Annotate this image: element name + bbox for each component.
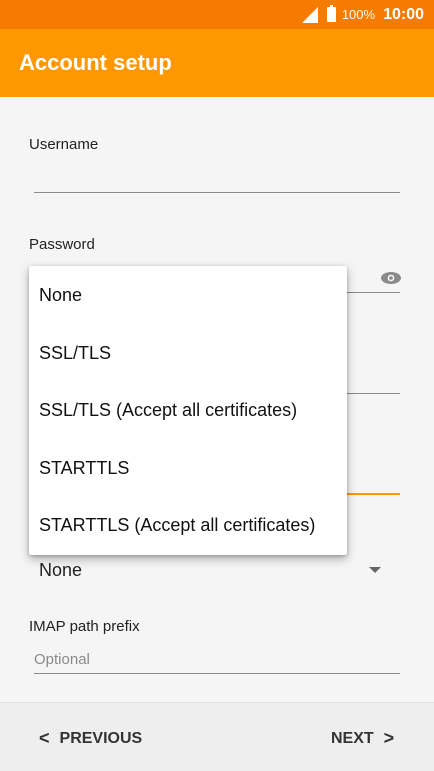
next-label: NEXT bbox=[331, 729, 374, 747]
signal-icon bbox=[301, 6, 318, 23]
dropdown-option-ssl-tls-accept-all[interactable]: SSL/TLS (Accept all certificates) bbox=[29, 382, 347, 440]
show-password-eye-icon[interactable] bbox=[381, 272, 401, 284]
dropdown-arrow-icon[interactable] bbox=[369, 567, 381, 573]
battery-percentage: 100% bbox=[341, 7, 376, 22]
status-bar: 100% 10:00 bbox=[0, 0, 434, 29]
page-title: Account setup bbox=[19, 50, 172, 75]
chevron-left-icon: < bbox=[39, 728, 50, 748]
security-type-select[interactable]: None bbox=[39, 560, 82, 581]
imap-prefix-label: IMAP path prefix bbox=[29, 618, 140, 635]
clock: 10:00 bbox=[383, 5, 424, 23]
next-button[interactable]: NEXT > bbox=[331, 728, 394, 749]
dropdown-option-ssl-tls[interactable]: SSL/TLS bbox=[29, 325, 347, 383]
imap-prefix-input[interactable]: Optional bbox=[34, 651, 90, 668]
chevron-right-icon: > bbox=[383, 728, 395, 748]
username-field[interactable] bbox=[34, 192, 400, 193]
username-label: Username bbox=[29, 136, 99, 153]
app-bar: Account setup bbox=[0, 29, 434, 97]
battery-icon bbox=[326, 5, 336, 22]
dropdown-option-none[interactable]: None bbox=[29, 267, 347, 325]
bottom-nav-bar: < PREVIOUS NEXT > bbox=[0, 702, 434, 771]
imap-prefix-underline bbox=[34, 673, 400, 674]
previous-button[interactable]: < PREVIOUS bbox=[39, 728, 142, 749]
previous-label: PREVIOUS bbox=[59, 729, 143, 747]
dropdown-option-starttls-accept-all[interactable]: STARTTLS (Accept all certificates) bbox=[29, 497, 347, 555]
security-dropdown-menu: None SSL/TLS SSL/TLS (Accept all certifi… bbox=[29, 266, 347, 555]
password-label: Password bbox=[29, 236, 95, 253]
dropdown-option-starttls[interactable]: STARTTLS bbox=[29, 440, 347, 498]
